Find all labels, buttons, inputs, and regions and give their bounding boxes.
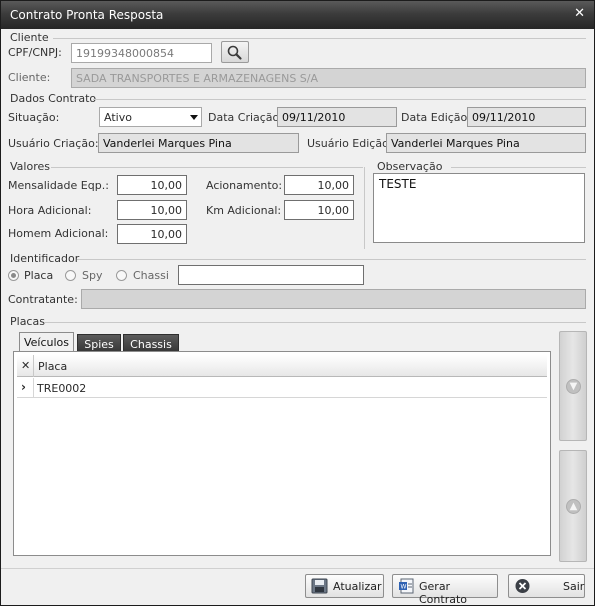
identificador-input[interactable] (178, 265, 364, 285)
usuario-criacao-field: Vanderlei Marques Pina (98, 133, 299, 153)
identificador-divider (77, 259, 586, 260)
homem-adicional-input[interactable]: 10,00 (117, 224, 187, 244)
column-header-placa[interactable]: Placa (38, 360, 67, 373)
cliente-name-field: SADA TRANSPORTES E ARMAZENAGENS S/A (71, 68, 586, 88)
radio-spy-label: Spy (82, 269, 103, 282)
contract-window: Contrato Pronta Resposta ✕ Cliente CPF/C… (0, 0, 595, 606)
sair-button[interactable]: Sair (508, 574, 585, 598)
radio-placa[interactable] (8, 270, 19, 281)
contratante-label: Contratante: (8, 293, 78, 306)
svg-text:W: W (401, 584, 407, 591)
observacao-textarea[interactable]: TESTE (373, 173, 585, 243)
search-button[interactable] (221, 41, 249, 63)
usuario-edicao-label: Usuário Edição: (307, 137, 393, 150)
exit-icon (515, 579, 530, 593)
radio-spy[interactable] (65, 270, 76, 281)
sair-label: Sair (563, 580, 585, 593)
atualizar-label: Atualizar (333, 580, 382, 593)
mensalidade-input[interactable]: 10,00 (117, 175, 187, 195)
valores-separator (364, 167, 365, 249)
situacao-label: Situação: (8, 111, 60, 124)
dados-group-label: Dados Contrato (10, 92, 97, 105)
usuario-edicao-field: Vanderlei Marques Pina (386, 133, 586, 153)
header-separator (33, 355, 34, 377)
window-title: Contrato Pronta Resposta (10, 8, 164, 22)
footer-divider (1, 568, 594, 569)
scroll-down-icon: ▼ (566, 379, 581, 394)
valores-group-label: Valores (10, 160, 50, 173)
scroll-up-icon: ▲ (566, 499, 581, 514)
acionamento-label: Acionamento: (206, 179, 283, 192)
tab-spies[interactable]: Spies (77, 334, 121, 352)
cpf-label: CPF/CNPJ: (8, 46, 62, 59)
remove-column-icon[interactable]: ✕ (21, 359, 30, 372)
observacao-divider (451, 167, 586, 168)
valores-divider (51, 167, 363, 168)
hora-adicional-label: Hora Adicional: (8, 204, 92, 217)
dados-divider (93, 99, 586, 100)
scroll-down-button[interactable]: ▼ (559, 331, 587, 441)
placas-divider (44, 322, 586, 323)
cpf-input[interactable]: 19199348000854 (71, 43, 212, 63)
observacao-group-label: Observação (377, 160, 443, 173)
row-separator (33, 378, 34, 398)
radio-chassi[interactable] (116, 270, 127, 281)
chevron-down-icon (190, 115, 198, 120)
scroll-up-button[interactable]: ▲ (559, 450, 587, 562)
mensalidade-label: Mensalidade Eqp.: (8, 179, 109, 192)
tab-chassis[interactable]: Chassis (123, 334, 179, 352)
gerar-contrato-button[interactable]: W Gerar Contrato (392, 574, 498, 606)
radio-placa-label: Placa (24, 269, 54, 282)
situacao-select[interactable]: Ativo (99, 107, 202, 127)
hora-adicional-input[interactable]: 10,00 (117, 200, 187, 220)
contratante-field (81, 289, 586, 309)
km-adicional-label: Km Adicional: (206, 204, 282, 217)
close-icon[interactable]: ✕ (574, 6, 585, 21)
usuario-criacao-label: Usuário Criação: (8, 137, 99, 150)
table-row[interactable]: › TRE0002 (17, 378, 547, 398)
placas-table: ✕ Placa › TRE0002 (13, 351, 551, 556)
cliente-group-label: Cliente (10, 31, 49, 44)
save-icon (311, 578, 328, 594)
document-icon: W (399, 578, 414, 594)
identificador-group-label: Identificador (10, 252, 80, 265)
search-icon (227, 45, 242, 60)
data-criacao-field: 09/11/2010 (277, 107, 397, 127)
tab-veiculos[interactable]: Veículos (19, 332, 74, 352)
situacao-value: Ativo (104, 111, 132, 124)
data-edicao-label: Data Edição: (401, 111, 471, 124)
gerar-contrato-label: Gerar Contrato (419, 580, 468, 606)
acionamento-input[interactable]: 10,00 (284, 175, 354, 195)
km-adicional-input[interactable]: 10,00 (284, 200, 354, 220)
table-header: ✕ Placa (17, 355, 547, 377)
table-cell-placa: TRE0002 (37, 382, 87, 395)
cliente-divider (53, 38, 586, 39)
row-pointer-icon: › (21, 380, 26, 394)
cliente-label: Cliente: (8, 71, 51, 84)
placas-group-label: Placas (10, 315, 45, 328)
data-edicao-field: 09/11/2010 (467, 107, 586, 127)
homem-adicional-label: Homem Adicional: (8, 227, 109, 240)
radio-chassi-label: Chassi (133, 269, 169, 282)
atualizar-button[interactable]: Atualizar (305, 574, 384, 598)
data-criacao-label: Data Criação: (208, 111, 283, 124)
title-bar[interactable]: Contrato Pronta Resposta ✕ (1, 1, 594, 29)
